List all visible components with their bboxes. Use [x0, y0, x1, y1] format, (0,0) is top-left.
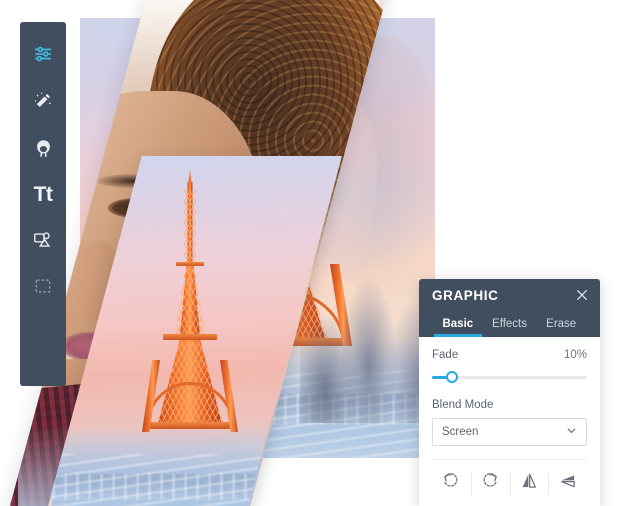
sidebar-item-adjust[interactable] — [20, 32, 66, 76]
panel-tabs: Basic Effects Erase — [432, 314, 587, 337]
app-stage: Tt GRAPHIC Basic Effects Erase Fade 10% … — [0, 0, 620, 506]
rotate-right-icon — [480, 471, 500, 496]
slider-thumb[interactable] — [446, 370, 459, 383]
eiffel-front-platform-1 — [163, 334, 217, 340]
close-icon[interactable] — [574, 287, 590, 303]
tab-basic[interactable]: Basic — [432, 314, 484, 337]
sidebar-item-graphic[interactable] — [20, 218, 66, 262]
flip-horizontal-icon — [519, 471, 539, 496]
graphic-panel: GRAPHIC Basic Effects Erase Fade 10% Ble… — [419, 279, 600, 506]
fade-label: Fade — [432, 348, 459, 361]
rotate-left-button[interactable] — [432, 469, 471, 499]
blend-mode-value: Screen — [442, 425, 479, 438]
editor-toolbar: Tt — [20, 22, 66, 386]
fade-value: 10% — [563, 348, 587, 361]
portrait-icon — [33, 138, 54, 159]
fade-slider[interactable] — [432, 370, 587, 384]
sidebar-item-frame[interactable] — [20, 264, 66, 308]
overlay-icon — [32, 229, 54, 251]
rocks-foreground — [300, 273, 435, 423]
eiffel-front-lattice-top — [184, 190, 196, 266]
flip-vertical-button[interactable] — [548, 469, 587, 499]
fade-row: Fade 10% — [432, 349, 587, 361]
chevron-down-icon — [565, 424, 578, 440]
eiffel-front-arch — [145, 382, 235, 429]
sidebar-item-enhance[interactable] — [20, 79, 66, 123]
sliders-icon — [32, 43, 54, 65]
eiffel-front-lattice-mid — [175, 268, 205, 334]
transform-actions — [432, 458, 587, 499]
magic-wand-icon — [32, 90, 54, 112]
blend-mode-select[interactable]: Screen — [432, 417, 587, 446]
flip-horizontal-button[interactable] — [509, 469, 549, 499]
rotate-right-button[interactable] — [470, 469, 510, 499]
panel-body: Fade 10% Blend Mode Screen — [419, 337, 600, 506]
text-icon: Tt — [33, 182, 53, 206]
eiffel-front-water — [52, 453, 342, 506]
page-title: GRAPHIC — [432, 288, 499, 303]
blend-mode-label: Blend Mode — [432, 398, 494, 411]
panel-header: GRAPHIC Basic Effects Erase — [419, 279, 600, 337]
tab-effects[interactable]: Effects — [484, 314, 536, 337]
sidebar-item-portrait[interactable] — [20, 126, 66, 170]
flip-vertical-icon — [558, 471, 578, 496]
tab-erase[interactable]: Erase — [535, 314, 587, 337]
eiffel-front-platform-2 — [176, 262, 204, 266]
sidebar-item-text[interactable]: Tt — [20, 172, 66, 216]
rotate-left-icon — [441, 471, 461, 496]
frame-icon — [33, 276, 53, 296]
